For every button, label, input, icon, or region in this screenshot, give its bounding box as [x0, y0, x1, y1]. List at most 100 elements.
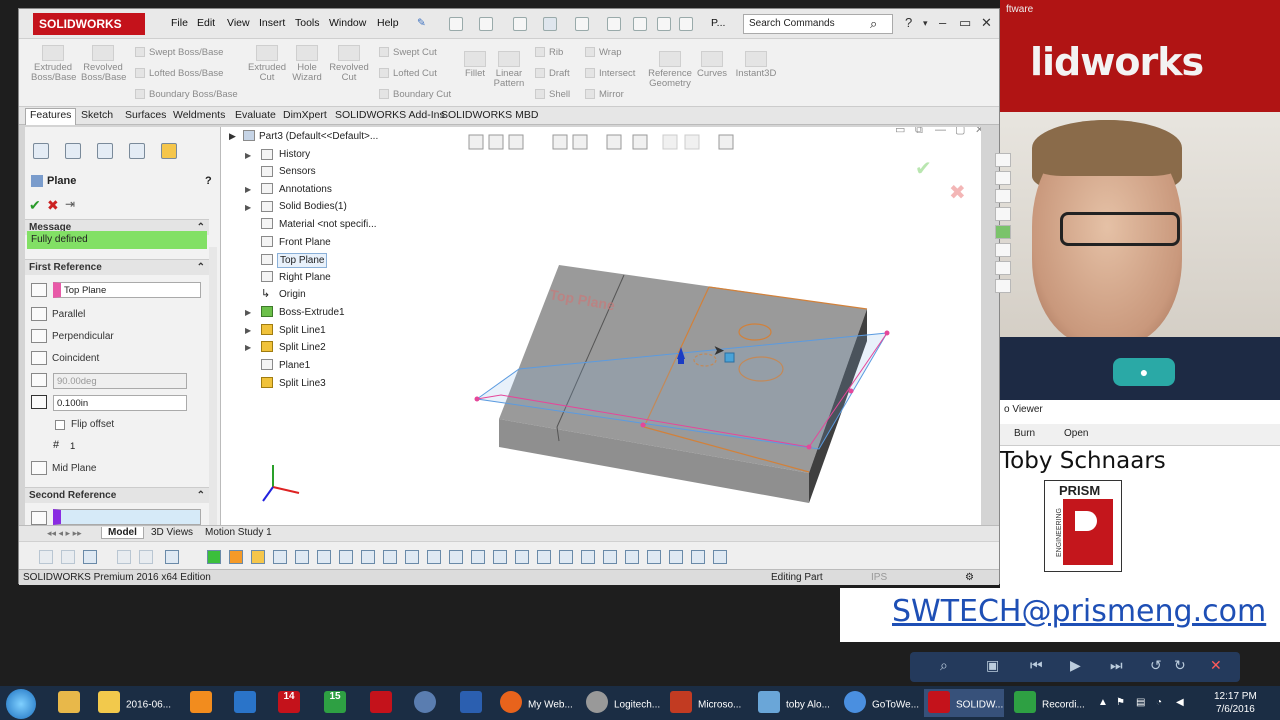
solidworks-logo[interactable]: SOLIDWORKS	[33, 13, 145, 35]
pm-scrollbar[interactable]	[209, 247, 217, 527]
taskbar-app-icon[interactable]	[230, 689, 260, 717]
search-input[interactable]: Search Commands	[749, 18, 835, 29]
arc-icon[interactable]	[427, 550, 441, 564]
taskbar-sw15[interactable]: 15	[320, 689, 354, 717]
pin-icon[interactable]: ✎	[417, 17, 426, 29]
collapse-icon[interactable]: ⌃	[197, 490, 205, 501]
search-icon[interactable]: ⌕	[870, 16, 877, 32]
select-arrow-icon[interactable]	[117, 550, 131, 564]
instant2d-icon[interactable]	[691, 550, 705, 564]
menu-insert[interactable]: Insert	[259, 17, 285, 29]
cancel-icon[interactable]: ✖	[47, 197, 59, 214]
intersect-button[interactable]: Intersect	[585, 68, 635, 79]
taskbar-sw2016-icon[interactable]	[366, 689, 396, 717]
taskbar-recording[interactable]: Recordi...	[1010, 689, 1090, 717]
mirror-button[interactable]: Mirror	[585, 89, 624, 100]
polygon-icon[interactable]	[405, 550, 419, 564]
boundary-boss-button[interactable]: Boundary Boss/Base	[135, 89, 238, 100]
rectangle-icon[interactable]	[295, 550, 309, 564]
tree-item-split-line-1[interactable]: Split Line1	[279, 325, 326, 336]
status-units[interactable]: IPS	[871, 572, 887, 583]
revolved-cut-button[interactable]: Revolved Cut	[327, 45, 371, 83]
tab-features[interactable]: Features	[25, 108, 77, 125]
plane-handle-2[interactable]	[640, 422, 646, 428]
first-reference-field[interactable]: Top Plane	[53, 282, 201, 298]
graphics-area[interactable]: ▭ ⧉ — ▢ ✕ ✔ ✖ Top Plane ➤	[219, 124, 1011, 527]
tab-surfaces[interactable]: Surfaces	[121, 109, 170, 121]
appearances-icon[interactable]	[995, 225, 1011, 239]
display-manager-tab-icon[interactable]	[161, 143, 177, 159]
search-commands-box[interactable]: Search Commands ⌕	[743, 14, 893, 34]
viewport-minimize-icon[interactable]: ▭	[895, 124, 905, 136]
flip-offset-checkbox[interactable]	[55, 420, 65, 430]
previous-view-icon[interactable]	[508, 134, 524, 150]
contact-email[interactable]: SWTECH@prismeng.com	[892, 594, 1266, 629]
expand-arrow-icon[interactable]: ▶	[245, 151, 251, 160]
tab-weldments[interactable]: Weldments	[169, 109, 229, 121]
tab-model[interactable]: Model	[101, 527, 144, 539]
home-icon[interactable]	[995, 153, 1011, 167]
tree-item-plane1[interactable]: Plane1	[279, 360, 310, 371]
confirm-checkmark-icon[interactable]: ✔	[915, 158, 932, 180]
option-parallel[interactable]: Parallel	[52, 309, 85, 320]
rib-button[interactable]: Rib	[535, 47, 563, 58]
menu-file[interactable]: File	[171, 17, 188, 29]
spline-icon[interactable]	[361, 550, 375, 564]
plane-handle-5[interactable]	[848, 388, 854, 394]
convert-entities-icon[interactable]	[581, 550, 595, 564]
instances-field[interactable]: 1	[67, 439, 187, 455]
tree-item-origin[interactable]: Origin	[279, 289, 306, 300]
tree-item-boss-extrude[interactable]: Boss-Extrude1	[279, 307, 345, 318]
taskbar-sw14[interactable]: 14	[274, 689, 308, 717]
windows-start-button[interactable]	[6, 689, 36, 719]
swept-boss-button[interactable]: Swept Boss/Base	[135, 47, 223, 58]
file-properties-icon[interactable]	[657, 17, 671, 31]
menu-help[interactable]: Help	[377, 17, 399, 29]
tab-motion-study[interactable]: Motion Study 1	[199, 527, 278, 538]
fillet-button[interactable]: Fillet	[459, 51, 491, 79]
tab-evaluate[interactable]: Evaluate	[231, 109, 280, 121]
second-reference-header[interactable]: Second Reference ⌃	[25, 487, 209, 503]
extruded-boss-button[interactable]: Extruded Boss/Base	[31, 45, 76, 83]
angle-icon[interactable]	[31, 373, 47, 387]
rapid-sketch-icon[interactable]	[669, 550, 683, 564]
plane-handle-3[interactable]	[806, 444, 812, 450]
wrap-button[interactable]: Wrap	[585, 47, 622, 58]
tree-item-right-plane[interactable]: Right Plane	[279, 272, 331, 283]
play-icon[interactable]: ▶	[1070, 657, 1081, 674]
curves-button[interactable]: Curves	[695, 51, 729, 79]
tab-3d-views[interactable]: 3D Views	[145, 527, 199, 538]
tree-collapse-arrow-icon[interactable]: ▶	[229, 131, 236, 142]
swept-cut-button[interactable]: Swept Cut	[379, 47, 437, 58]
shaded-sketch-icon[interactable]	[713, 550, 727, 564]
second-reference-field[interactable]	[53, 509, 201, 525]
viewport-close-icon[interactable]: ✕	[975, 124, 984, 136]
linear-pattern-button[interactable]: Linear Pattern	[489, 51, 529, 89]
property-manager-tab-icon[interactable]	[65, 143, 81, 159]
first-reference-header[interactable]: First Reference ⌃	[25, 259, 209, 275]
instant3d-button[interactable]: Instant3D	[733, 51, 779, 79]
lofted-boss-button[interactable]: Lofted Boss/Base	[135, 68, 223, 79]
feature-manager-tab-icon[interactable]	[33, 143, 49, 159]
pushpin-icon[interactable]: ⇥	[65, 197, 75, 211]
menu-edit[interactable]: Edit	[197, 17, 215, 29]
new-icon[interactable]	[449, 17, 463, 31]
next-icon[interactable]: ⏭	[1110, 657, 1123, 674]
taskbar-solidworks[interactable]: SOLIDW...	[924, 689, 1004, 717]
help-dropdown-icon[interactable]: ▾	[923, 18, 928, 29]
tab-scroll-arrows-icon[interactable]: ◂◂ ◂ ▸ ▸▸	[47, 528, 82, 539]
viewer-burn-button[interactable]: Burn	[1014, 428, 1035, 439]
taskbar-explorer-icon[interactable]	[54, 689, 84, 717]
taskbar-firefox[interactable]: My Web...	[496, 689, 576, 717]
plane-handle-1[interactable]	[474, 396, 480, 402]
rebuild-icon[interactable]	[633, 17, 647, 31]
tree-item-annotations[interactable]: Annotations	[279, 184, 332, 195]
view-settings-icon[interactable]	[718, 134, 734, 150]
tree-root[interactable]: Part3 (Default<<Default>...	[259, 131, 378, 142]
taskbar-logitech[interactable]: Logitech...	[582, 689, 662, 717]
resources-icon[interactable]	[995, 279, 1011, 293]
model-viewport[interactable]: ▭ ⧉ — ▢ ✕ ✔ ✖ Top Plane ➤	[219, 124, 984, 527]
relations-icon[interactable]	[603, 550, 617, 564]
taskbar-photo[interactable]: toby Alo...	[754, 689, 834, 717]
sketch-icon[interactable]	[207, 550, 221, 564]
